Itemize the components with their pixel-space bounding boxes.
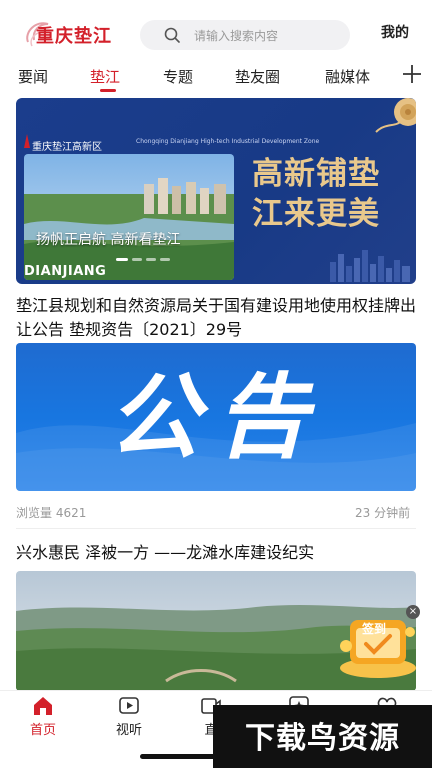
active-tab-indicator: [100, 89, 116, 92]
flower-decoration-icon: [375, 98, 416, 133]
nav-label: 视听: [115, 723, 142, 738]
headline-line-2: 江来更美: [252, 196, 380, 232]
play-icon: [119, 697, 139, 714]
search-placeholder: 请输入搜索内容: [194, 29, 279, 43]
tab-rongmeiti[interactable]: 融媒体: [325, 66, 370, 87]
logo-text: 重庆垫江: [36, 26, 112, 47]
mine-button[interactable]: 我的: [381, 22, 409, 42]
signin-label: 签到: [362, 622, 387, 636]
banner-caption: 扬帆正启航 高新看垫江: [36, 232, 181, 248]
article-title[interactable]: 垫江县规划和自然资源局关于国有建设用地使用权挂牌出让公告 垫规资告〔2021〕2…: [16, 294, 416, 342]
headline-line-1: 高新铺垫: [252, 156, 380, 192]
search-bar[interactable]: 请输入搜索内容: [140, 20, 350, 50]
watermark-text: 下载鸟资源: [245, 721, 400, 756]
banner-carousel[interactable]: 重庆垫江高新区 Chongqing Dianjiang High-tech In…: [16, 98, 416, 284]
zone-logo-icon: [24, 134, 30, 148]
carousel-dot[interactable]: [116, 258, 128, 261]
publish-time: 23 分钟前: [355, 506, 411, 520]
article-cover-image[interactable]: 公告: [16, 343, 416, 491]
tabs-fade: [370, 60, 400, 90]
article-title[interactable]: 兴水惠民 泽被一方 ——龙滩水库建设纪实: [16, 541, 416, 565]
channel-tabs: 要闻 垫江 专题 垫友圈 融媒体: [0, 60, 432, 92]
zone-title: 重庆垫江高新区: [32, 142, 102, 153]
app-logo[interactable]: 重庆垫江: [22, 16, 132, 52]
notice-image-text: 公告: [107, 363, 324, 471]
tab-zhuanti[interactable]: 专题: [163, 66, 193, 87]
home-icon: [34, 697, 52, 715]
add-channel-icon[interactable]: [400, 62, 424, 86]
view-count: 浏览量 4621: [16, 506, 87, 520]
close-icon[interactable]: ×: [406, 605, 420, 619]
home-indicator[interactable]: [140, 754, 292, 759]
search-icon: [164, 27, 180, 43]
carousel-dots: [116, 258, 176, 264]
nav-home[interactable]: 首页: [8, 691, 78, 768]
tab-dianjiang[interactable]: 垫江: [90, 66, 120, 87]
carousel-dot[interactable]: [160, 258, 170, 261]
banner-headline: 高新铺垫 江来更美: [252, 154, 402, 234]
carousel-dot[interactable]: [132, 258, 142, 261]
carousel-dot[interactable]: [146, 258, 156, 261]
divider: [16, 528, 416, 529]
tab-yaowen[interactable]: 要闻: [18, 66, 48, 87]
nav-label: 首页: [29, 723, 56, 738]
banner-brand: DIANJIANG: [24, 264, 107, 279]
tab-dianyouquan[interactable]: 垫友圈: [235, 66, 280, 87]
top-bar: 重庆垫江 请输入搜索内容 我的: [0, 0, 432, 60]
skyline-icon: [330, 250, 410, 282]
zone-subtitle: Chongqing Dianjiang High-tech Industrial…: [136, 138, 320, 145]
